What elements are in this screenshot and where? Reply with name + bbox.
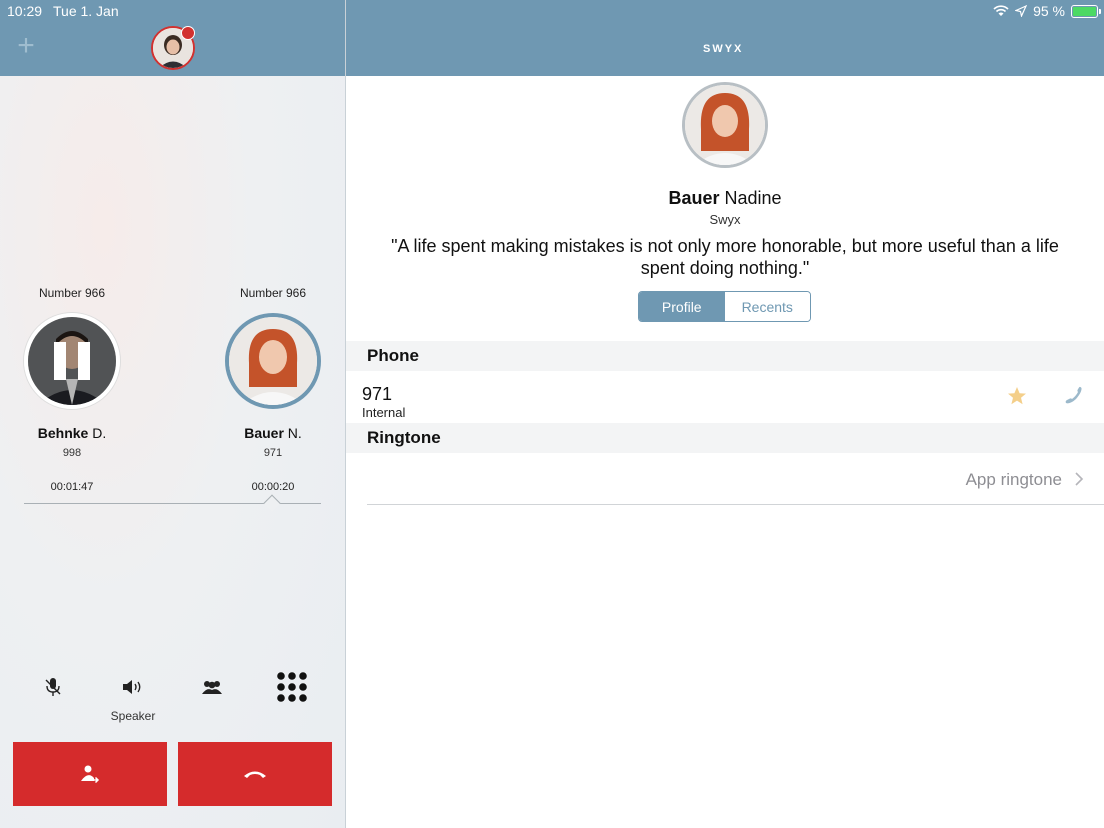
battery-percent: 95 % xyxy=(1033,3,1065,19)
right-header-bar xyxy=(346,0,1104,76)
caller-number-label: Number 966 xyxy=(38,286,106,300)
caller-number-label: Number 966 xyxy=(239,286,307,300)
conference-button[interactable] xyxy=(192,671,232,703)
profile-status-quote: "A life spent making mistakes is not onl… xyxy=(391,236,1059,278)
favorite-star-icon[interactable] xyxy=(1006,385,1028,407)
profile-avatar xyxy=(682,82,768,168)
keypad-icon xyxy=(277,672,307,702)
battery-icon xyxy=(1071,4,1101,18)
speaker-icon xyxy=(123,680,141,694)
caller-avatar xyxy=(225,313,321,409)
caller-extension: 971 xyxy=(263,447,283,459)
chevron-right-icon xyxy=(1075,472,1084,486)
person-photo-icon xyxy=(229,317,317,405)
transfer-icon xyxy=(81,765,100,784)
phone-number: 971 xyxy=(362,384,393,404)
hangup-icon xyxy=(244,771,266,778)
status-date: Tue 1. Jan xyxy=(53,3,119,19)
pause-icon xyxy=(28,317,116,405)
wifi-icon xyxy=(993,5,1009,16)
caller-name: Behnke D. xyxy=(37,425,107,441)
swyx-logo: SWYX xyxy=(703,43,744,55)
ringtone-row[interactable]: App ringtone xyxy=(346,453,1104,505)
conference-icon xyxy=(202,681,222,694)
transfer-button[interactable] xyxy=(13,742,167,806)
add-call-button[interactable]: + xyxy=(14,31,38,61)
caller-card-active[interactable]: Number 966 Bauer N. 971 00:00:20 xyxy=(218,286,328,493)
profile-company: Swyx xyxy=(709,212,741,227)
call-timer: 00:00:20 xyxy=(251,481,295,493)
profile-tabs: Profile Recents xyxy=(638,291,811,322)
call-phone-icon[interactable] xyxy=(1063,386,1083,406)
ringtone-value: App ringtone xyxy=(965,470,1062,489)
caller-extension: 998 xyxy=(62,447,82,459)
speaker-label: Speaker xyxy=(110,709,156,723)
location-icon xyxy=(1015,5,1028,17)
mute-icon xyxy=(45,678,61,696)
ringtone-section-header: Ringtone xyxy=(346,423,1104,453)
keypad-button[interactable] xyxy=(272,671,312,703)
caller-avatar xyxy=(24,313,120,409)
profile-name: Bauer Nadine xyxy=(668,188,782,208)
tab-recents[interactable]: Recents xyxy=(724,292,810,321)
person-photo-icon xyxy=(685,85,765,165)
status-time: 10:29 xyxy=(7,3,43,19)
phone-number-row[interactable]: 971 Internal xyxy=(346,371,1104,423)
status-indicators: 95 % xyxy=(993,3,1101,19)
ringtone-divider xyxy=(367,504,1104,505)
busy-badge-icon xyxy=(181,26,195,40)
caller-name: Bauer N. xyxy=(244,425,302,441)
mute-button[interactable] xyxy=(33,671,73,703)
call-timer: 00:01:47 xyxy=(50,481,94,493)
caller-card-onhold[interactable]: Number 966 Behnke D. 998 00:01:47 xyxy=(17,286,127,493)
phone-section-header: Phone xyxy=(346,341,1104,371)
speaker-button[interactable] xyxy=(113,671,153,703)
phone-type: Internal xyxy=(362,405,406,420)
tab-profile[interactable]: Profile xyxy=(639,292,725,321)
hangup-button[interactable] xyxy=(178,742,332,806)
